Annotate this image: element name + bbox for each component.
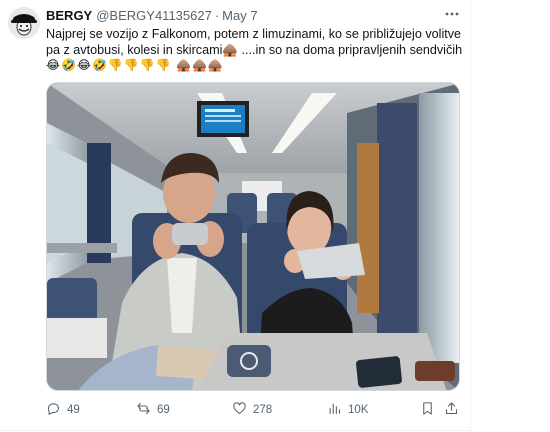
share-icon [444, 401, 459, 419]
like-count: 278 [253, 404, 273, 416]
tweet-photo[interactable] [46, 82, 460, 391]
tweet-header: BERGY @BERGY41135627 · May 7 [46, 7, 258, 23]
tweet-actions: 49 69 278 10K [46, 400, 460, 420]
tweet[interactable]: BERGY @BERGY41135627 · May 7 Najprej se … [0, 0, 470, 430]
tweet-emoji-line: 😂🤣😂🤣👎👎👎👎 🛖🛖🛖 [46, 58, 224, 72]
tweet-text-line: pa z avtobusi, kolesi in skircami🛖 ....i… [46, 43, 463, 57]
more-horizontal-icon[interactable] [440, 4, 464, 24]
bookmark-button[interactable] [420, 400, 435, 420]
reply-count: 49 [67, 404, 80, 416]
page: BERGY @BERGY41135627 · May 7 Najprej se … [0, 0, 550, 432]
heart-icon [232, 401, 247, 419]
avatar[interactable] [8, 7, 40, 39]
tweet-text: Najprej se vozijo z Falkonom, potem z li… [46, 26, 464, 58]
user-handle[interactable]: @BERGY41135627 [96, 8, 212, 23]
column-divider [470, 0, 471, 432]
share-button[interactable] [444, 400, 459, 420]
views-button[interactable]: 10K [327, 400, 368, 420]
bookmark-icon [420, 401, 435, 419]
tweet-text-line: Najprej se vozijo z Falkonom, potem z li… [46, 27, 462, 41]
like-button[interactable]: 278 [232, 400, 272, 420]
tweet-divider [0, 430, 470, 431]
views-icon [327, 401, 342, 419]
repost-button[interactable]: 69 [136, 400, 170, 420]
display-name[interactable]: BERGY [46, 8, 92, 23]
separator-dot: · [214, 7, 220, 23]
tweet-date[interactable]: May 7 [222, 8, 257, 23]
repost-icon [136, 401, 151, 419]
reply-icon [46, 401, 61, 419]
views-count: 10K [348, 404, 369, 416]
reply-button[interactable]: 49 [46, 400, 80, 420]
repost-count: 69 [157, 404, 170, 416]
